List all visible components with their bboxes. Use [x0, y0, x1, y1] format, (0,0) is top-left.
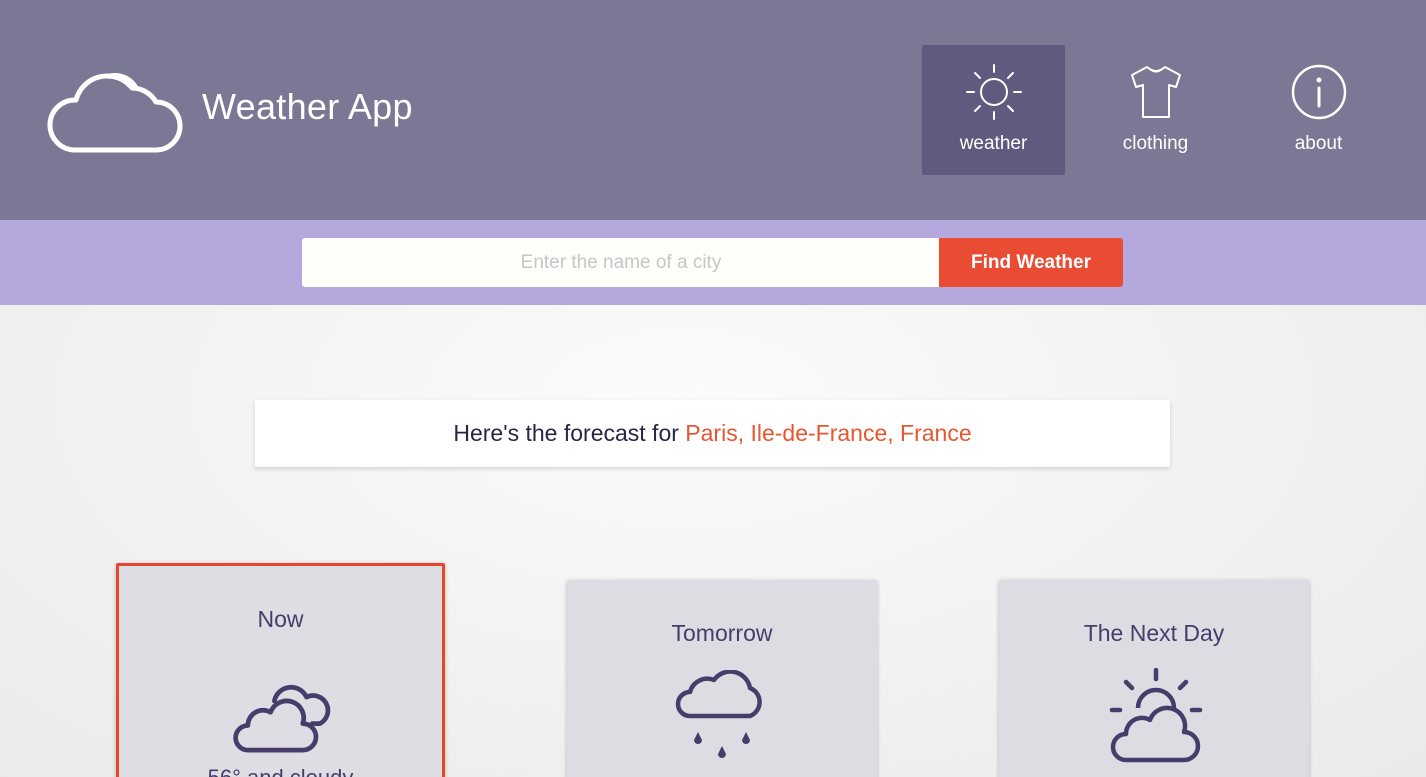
app-title: Weather App — [202, 86, 413, 127]
forecast-card-tomorrow[interactable]: Tomorrow — [567, 580, 877, 777]
card-description: 56° and cloudy — [119, 765, 442, 777]
cloudy-icon — [233, 684, 331, 753]
search-bar: Find Weather — [0, 220, 1426, 305]
forecast-location: Paris, Ile-de-France, France — [685, 420, 972, 446]
info-icon — [1291, 64, 1347, 120]
nav-clothing-label: clothing — [1122, 133, 1189, 154]
main-content: Here's the forecast for Paris, Ile-de-Fr… — [0, 305, 1426, 777]
sun-icon — [966, 64, 1022, 120]
nav-clothing[interactable]: clothing — [1084, 45, 1227, 175]
nav-about[interactable]: about — [1247, 45, 1390, 175]
city-search-input[interactable] — [302, 238, 940, 287]
card-title: The Next Day — [1083, 620, 1225, 646]
card-title: Now — [257, 606, 304, 632]
find-weather-button[interactable]: Find Weather — [939, 238, 1123, 287]
forecast-card-next-day[interactable]: The Next Day — [999, 580, 1309, 777]
forecast-banner: Here's the forecast for Paris, Ile-de-Fr… — [255, 400, 1170, 467]
nav-weather[interactable]: weather — [922, 45, 1065, 175]
partly-sunny-icon — [1109, 668, 1203, 763]
rain-icon — [675, 670, 762, 758]
nav-weather-label: weather — [959, 133, 1028, 154]
tshirt-icon — [1131, 66, 1181, 118]
nav-about-label: about — [1294, 133, 1343, 154]
forecast-prefix: Here's the forecast for — [453, 420, 686, 446]
cloud-logo-icon — [47, 73, 183, 153]
card-title: Tomorrow — [671, 620, 773, 646]
app-header: Weather App weather clothing about — [0, 0, 1426, 220]
forecast-card-now[interactable]: Now 56° and cloudy — [116, 563, 445, 777]
